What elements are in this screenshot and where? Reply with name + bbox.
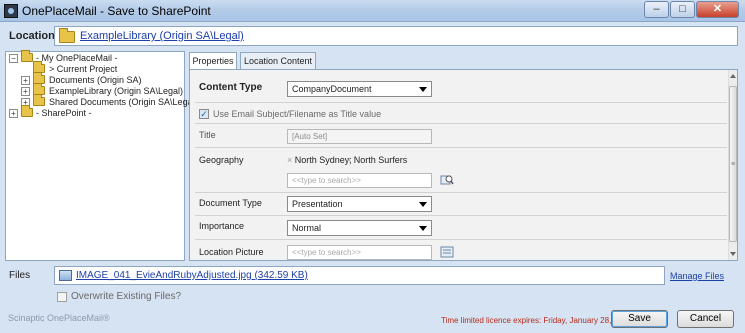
tree-node-sharepoint[interactable]: + - SharePoint - — [6, 105, 184, 119]
dropdown-arrow-icon — [419, 202, 427, 207]
close-button[interactable]: ✕ — [696, 1, 739, 18]
manage-files-link[interactable]: Manage Files — [670, 271, 724, 281]
content-type-select[interactable]: CompanyDocument — [287, 81, 432, 97]
dropdown-arrow-icon — [419, 226, 427, 231]
picture-lookup-icon[interactable] — [440, 246, 454, 258]
maximize-button[interactable]: □ — [670, 1, 695, 18]
tab-properties[interactable]: Properties — [189, 52, 237, 70]
properties-panel: Content Type CompanyDocument ✓ Use Email… — [189, 69, 738, 261]
use-email-subject-checkbox[interactable]: ✓ — [199, 109, 209, 119]
location-label: Location — [9, 30, 55, 42]
dropdown-arrow-icon — [419, 87, 427, 92]
folder-icon — [21, 50, 33, 62]
remove-tag-icon[interactable]: × — [287, 155, 292, 165]
document-type-label: Document Type — [199, 198, 262, 208]
geography-tag[interactable]: × North Sydney; — [287, 155, 352, 165]
brand-label: Scinaptic OnePlaceMail® — [8, 313, 110, 323]
file-link[interactable]: IMAGE_041_EvieAndRubyAdjusted.jpg (342.5… — [76, 270, 308, 281]
location-field[interactable]: ExampleLibrary (Origin SA\Legal) — [54, 26, 738, 46]
tree-node-shared-documents[interactable]: + Shared Documents (Origin SA\Legal) — [6, 94, 198, 108]
importance-select[interactable]: Normal — [287, 220, 432, 236]
overwrite-label: Overwrite Existing Files? — [71, 291, 182, 302]
lookup-icon[interactable] — [440, 174, 454, 186]
geography-tag[interactable]: × North Surfers — [346, 155, 407, 165]
tree-node-label: Documents (Origin SA) — [49, 75, 142, 85]
location-picture-label: Location Picture — [199, 247, 264, 257]
licence-notice: Time limited licence expires: Friday, Ja… — [441, 316, 631, 325]
content-type-label: Content Type — [199, 82, 263, 93]
files-label: Files — [9, 270, 31, 281]
collapse-icon[interactable]: − — [9, 54, 18, 63]
geography-tag-label: North Sydney; — [294, 155, 352, 165]
title-input[interactable]: [Auto Set] — [287, 129, 432, 144]
title-label: Title — [199, 130, 216, 140]
tree-node-label: > Current Project — [49, 64, 118, 74]
document-type-row: Document Type Presentation — [195, 193, 727, 216]
geography-label: Geography — [199, 155, 244, 165]
app-icon — [4, 4, 18, 18]
title-bar[interactable]: OnePlaceMail - Save to SharePoint – □ ✕ — [0, 0, 745, 22]
window-controls: – □ ✕ — [643, 1, 739, 18]
location-tree[interactable]: − - My OnePlaceMail - > Current Project … — [5, 50, 198, 261]
geography-search-input[interactable]: <<type to search>> — [287, 173, 432, 188]
importance-value: Normal — [292, 223, 322, 233]
content-type-value: CompanyDocument — [292, 84, 372, 94]
location-picture-input[interactable]: <<type to search>> — [287, 245, 432, 260]
importance-row: Importance Normal — [195, 216, 727, 240]
geography-row: Geography × North Sydney; × North Surfer… — [195, 148, 727, 193]
scrollbar-thumb[interactable]: ≡ — [729, 86, 737, 242]
tab-location-content[interactable]: Location Content — [240, 52, 316, 69]
content-type-row: Content Type CompanyDocument — [195, 70, 727, 103]
scroll-up-arrow-icon[interactable] — [730, 74, 736, 78]
cancel-button[interactable]: Cancel — [677, 310, 734, 328]
geography-tag-label: North Surfers — [353, 155, 408, 165]
title-row: Title [Auto Set] — [195, 123, 727, 148]
remove-tag-icon[interactable]: × — [346, 155, 351, 165]
grip-icon: ≡ — [731, 161, 736, 168]
scroll-down-arrow-icon[interactable] — [730, 252, 736, 256]
location-path-link[interactable]: ExampleLibrary (Origin SA\Legal) — [80, 30, 244, 42]
minimize-button[interactable]: – — [644, 1, 669, 18]
properties-scrollbar[interactable]: ≡ — [728, 70, 737, 260]
expand-icon[interactable]: + — [21, 87, 30, 96]
window-title: OnePlaceMail - Save to SharePoint — [22, 4, 211, 18]
files-field: IMAGE_041_EvieAndRubyAdjusted.jpg (342.5… — [54, 266, 665, 285]
importance-label: Importance — [199, 221, 245, 231]
tree-node-label: Shared Documents (Origin SA\Legal) — [49, 97, 198, 107]
tree-node-label: - SharePoint - — [36, 108, 92, 118]
folder-icon — [21, 105, 33, 117]
save-button[interactable]: Save — [611, 310, 668, 328]
use-email-subject-label: Use Email Subject/Filename as Title valu… — [213, 109, 382, 119]
expand-icon[interactable]: + — [21, 76, 30, 85]
tree-node-label: ExampleLibrary (Origin SA\Legal) — [49, 86, 184, 96]
folder-icon — [59, 28, 75, 43]
image-file-icon — [59, 270, 72, 281]
overwrite-checkbox[interactable] — [57, 292, 67, 302]
document-type-select[interactable]: Presentation — [287, 196, 432, 212]
expand-icon[interactable]: + — [9, 109, 18, 118]
folder-icon — [33, 94, 45, 106]
location-picture-row: Location Picture <<type to search>> — [195, 240, 727, 260]
document-type-value: Presentation — [292, 199, 343, 209]
tree-node-label: - My OnePlaceMail - — [36, 53, 118, 63]
